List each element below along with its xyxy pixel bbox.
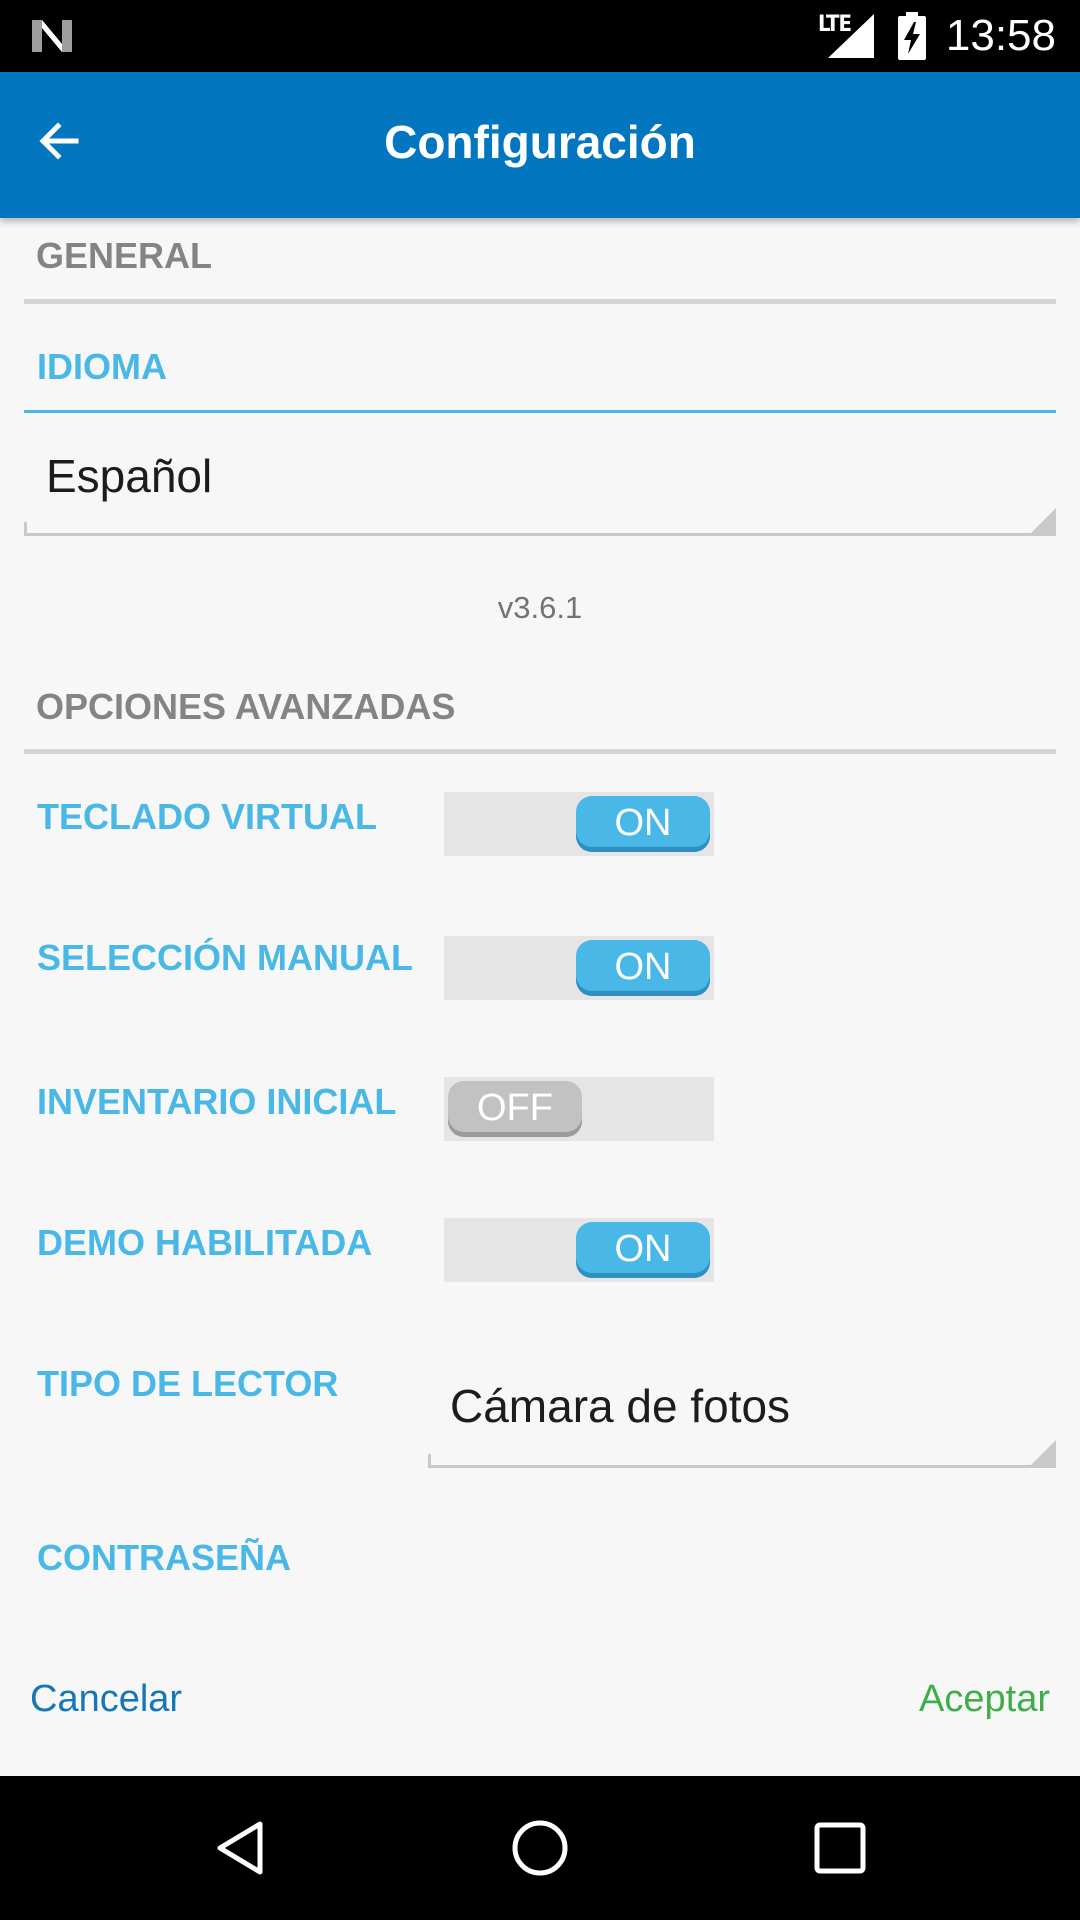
option-label-manual-selection: SELECCIÓN MANUAL xyxy=(37,937,413,978)
signal-icon xyxy=(828,14,874,58)
navigation-bar xyxy=(0,1776,1080,1920)
toggle-knob: ON xyxy=(576,1222,710,1278)
toggle-demo-enabled[interactable]: ON xyxy=(444,1218,714,1282)
password-label[interactable]: CONTRASEÑA xyxy=(37,1538,291,1578)
recents-square-icon[interactable] xyxy=(808,1816,872,1880)
spinner-underline xyxy=(428,1465,1056,1468)
reader-type-value: Cámara de fotos xyxy=(450,1380,791,1432)
dropdown-corner-icon xyxy=(1028,1440,1056,1468)
spinner-tick xyxy=(24,522,27,536)
option-label-initial-inventory: INVENTARIO INICIAL xyxy=(37,1081,397,1122)
toggle-knob: OFF xyxy=(448,1081,582,1137)
app-bar: Configuración xyxy=(0,72,1080,218)
toggle-initial-inventory[interactable]: OFF xyxy=(444,1077,714,1141)
n-logo-icon xyxy=(32,20,72,52)
language-value: Español xyxy=(46,450,213,502)
home-circle-icon[interactable] xyxy=(508,1816,572,1880)
toggle-knob: ON xyxy=(576,796,710,852)
language-label-divider xyxy=(24,410,1056,413)
section-header-general: GENERAL xyxy=(36,235,213,276)
section-header-advanced: OPCIONES AVANZADAS xyxy=(36,686,456,727)
toggle-manual-selection[interactable]: ON xyxy=(444,936,714,1000)
spinner-tick xyxy=(428,1454,431,1468)
accept-button[interactable]: Aceptar xyxy=(919,1674,1050,1724)
option-label-virtual-keyboard: TECLADO VIRTUAL xyxy=(37,796,377,837)
section-divider xyxy=(24,749,1056,754)
dropdown-corner-icon xyxy=(1028,508,1056,536)
reader-type-spinner[interactable]: Cámara de fotos xyxy=(428,1370,1056,1468)
battery-charging-icon xyxy=(898,12,926,60)
section-divider xyxy=(24,299,1056,304)
cancel-button[interactable]: Cancelar xyxy=(30,1674,182,1724)
language-label: IDIOMA xyxy=(37,346,167,387)
toggle-knob: ON xyxy=(576,940,710,996)
clock: 13:58 xyxy=(945,11,1056,60)
option-label-demo-enabled: DEMO HABILITADA xyxy=(37,1222,373,1263)
page-title: Configuración xyxy=(384,116,696,168)
back-triangle-icon[interactable] xyxy=(208,1816,272,1880)
spinner-underline xyxy=(24,533,1056,536)
language-spinner[interactable]: Español xyxy=(24,440,1056,536)
toggle-virtual-keyboard[interactable]: ON xyxy=(444,792,714,856)
status-bar: LTE 13:58 xyxy=(0,0,1080,72)
app-version: v3.6.1 xyxy=(497,590,583,625)
reader-type-label: TIPO DE LECTOR xyxy=(37,1363,339,1404)
